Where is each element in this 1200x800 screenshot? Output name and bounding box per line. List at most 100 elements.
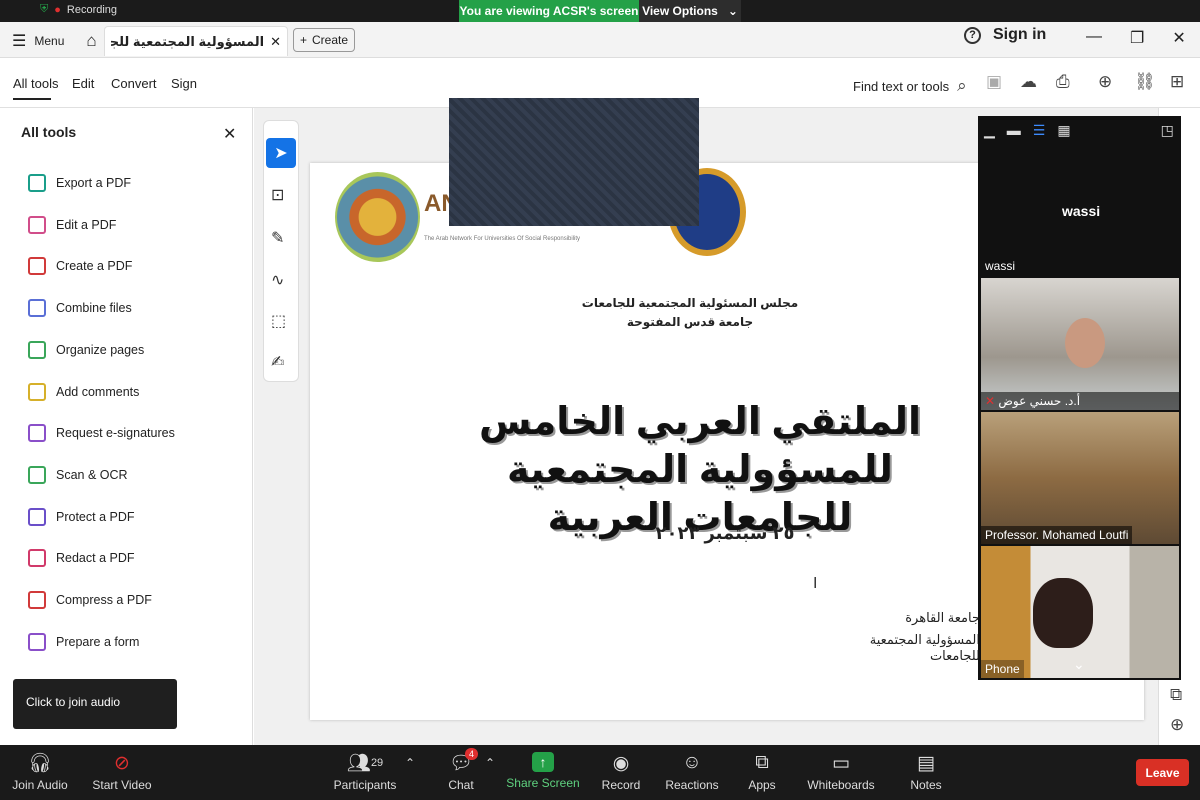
save-icon[interactable]: ▣ bbox=[986, 72, 1002, 92]
gallery-view-icon[interactable]: ▦ bbox=[1057, 122, 1070, 139]
smiley-icon: ☺ bbox=[682, 752, 702, 773]
title-line-1: الملتقي العربي الخامس للمسؤولية المجتمعي… bbox=[479, 401, 921, 491]
minimize-icon[interactable]: — bbox=[1086, 28, 1102, 48]
notes-icon: ▤ bbox=[917, 752, 935, 774]
popout-icon[interactable]: ◳ bbox=[1161, 122, 1174, 139]
notes-button[interactable]: ▤ Notes bbox=[886, 752, 966, 793]
tool-icon bbox=[28, 174, 46, 192]
sign-stamp-icon[interactable]: ✍ bbox=[271, 352, 284, 372]
document-tab[interactable]: المسؤولية المجتمعية للجامعات... ✕ bbox=[104, 26, 288, 56]
tool-label: Compress a PDF bbox=[56, 593, 152, 607]
nav-convert[interactable]: Convert bbox=[111, 76, 157, 91]
participants-icon: 👥︎ 29 bbox=[346, 753, 384, 774]
tool-item[interactable]: Create a PDF bbox=[28, 252, 132, 280]
whiteboards-button[interactable]: ▭ Whiteboards bbox=[801, 752, 881, 793]
tool-label: Combine files bbox=[56, 301, 132, 316]
text-select-icon[interactable]: ⬚ bbox=[271, 311, 286, 331]
redacted-overlay bbox=[449, 98, 699, 226]
close-panel-icon[interactable]: ✕ bbox=[223, 124, 236, 144]
participants-button[interactable]: 👥︎ 29 Participants bbox=[325, 752, 405, 792]
home-icon[interactable]: ⌂ bbox=[86, 31, 96, 51]
tool-item[interactable]: Protect a PDF bbox=[28, 503, 135, 531]
tool-item[interactable]: Request e-signatures bbox=[28, 419, 175, 447]
record-button[interactable]: ◉ Record bbox=[581, 752, 661, 793]
join-audio-tooltip: Click to join audio bbox=[13, 679, 177, 729]
add-comment-icon[interactable]: ⊡ bbox=[271, 185, 284, 205]
tool-item[interactable]: Add comments bbox=[28, 378, 139, 406]
highlight-pen-icon[interactable]: ✎ bbox=[271, 228, 284, 248]
recording-indicator: ⛨ ● Recording bbox=[40, 3, 117, 16]
video-layout-controls: ▁ ▬ ☰ ▦ ◳ bbox=[984, 122, 1174, 139]
chat-badge: 4 bbox=[465, 748, 479, 760]
notes-label: Notes bbox=[910, 778, 942, 792]
reactions-button[interactable]: ☺ Reactions bbox=[652, 752, 732, 792]
select-cursor-icon[interactable]: ➤ bbox=[266, 138, 296, 168]
upload-cloud-icon[interactable]: ☁ bbox=[1020, 72, 1037, 92]
link-icon[interactable]: ⛓ bbox=[1134, 72, 1156, 92]
tool-item[interactable]: Redact a PDF bbox=[28, 544, 135, 572]
tool-item[interactable]: Combine files bbox=[28, 294, 132, 322]
speaker-view-icon[interactable]: ▬ bbox=[1007, 122, 1021, 139]
tool-icon bbox=[28, 424, 46, 443]
ai-assistant-icon[interactable]: ⊕ bbox=[1098, 72, 1112, 92]
participants-chevron-icon[interactable]: ⌃ bbox=[405, 756, 415, 770]
zoom-in-icon[interactable]: ⊕ bbox=[1170, 715, 1184, 735]
maximize-icon[interactable]: ❐ bbox=[1130, 28, 1144, 48]
whiteboards-label: Whiteboards bbox=[807, 778, 875, 792]
nav-all-tools[interactable]: All tools bbox=[13, 76, 59, 91]
signin-area[interactable]: ? Sign in bbox=[964, 26, 1046, 44]
page-thumbnail-icon[interactable]: ⧉ bbox=[1170, 685, 1182, 705]
tool-label: Organize pages bbox=[56, 342, 145, 357]
record-dot-icon: ● bbox=[54, 3, 61, 16]
start-video-button[interactable]: ⊘ Start Video bbox=[82, 752, 162, 793]
tool-icon bbox=[28, 632, 46, 651]
minimize-panel-icon[interactable]: ▁ bbox=[984, 122, 995, 139]
menu-label: Menu bbox=[34, 34, 65, 48]
reactions-label: Reactions bbox=[665, 778, 719, 792]
signin-button[interactable]: Sign in bbox=[993, 26, 1046, 44]
video-tile[interactable] bbox=[981, 412, 1179, 544]
chat-label: Chat bbox=[448, 778, 474, 792]
participant-name: Professor. Mohamed Loutfi bbox=[981, 526, 1133, 544]
apps-button[interactable]: ⧉ Apps bbox=[722, 752, 802, 792]
nav-active-underline bbox=[13, 98, 51, 100]
muted-mic-icon: ✕ bbox=[985, 394, 996, 408]
chevron-down-icon[interactable]: ⌄ bbox=[1073, 656, 1085, 673]
tool-label: Create a PDF bbox=[56, 259, 133, 274]
council-name: مجلس المسئولية المجتمعية للجامعات bbox=[581, 296, 799, 310]
tool-item[interactable]: Prepare a form bbox=[28, 628, 139, 656]
print-icon[interactable]: ⎙ bbox=[1056, 72, 1070, 92]
strip-view-icon[interactable]: ☰ bbox=[1033, 122, 1046, 139]
tool-icon bbox=[28, 507, 46, 526]
tool-icon bbox=[28, 465, 46, 484]
plus-icon: + bbox=[299, 33, 307, 47]
tab-title: المسؤولية المجتمعية للجامعات... bbox=[111, 33, 265, 49]
close-window-icon[interactable]: ✕ bbox=[1172, 28, 1185, 48]
view-options-button[interactable]: View Options ⌄ bbox=[639, 0, 741, 22]
tool-icon bbox=[28, 382, 46, 401]
nav-edit[interactable]: Edit bbox=[72, 76, 94, 91]
tool-item[interactable]: Compress a PDF bbox=[28, 586, 152, 614]
university-name: جامعة قدس المفتوحة bbox=[626, 315, 754, 329]
tool-item[interactable]: Organize pages bbox=[28, 336, 144, 364]
help-icon[interactable]: ? bbox=[964, 26, 981, 44]
tool-item[interactable]: Edit a PDF bbox=[28, 211, 116, 239]
window-controls: — ❐ ✕ bbox=[1086, 28, 1186, 48]
tool-item[interactable]: Scan & OCR bbox=[28, 461, 128, 489]
find-tools[interactable]: Find text or tools ⌕ bbox=[853, 76, 967, 96]
chat-chevron-icon[interactable]: ⌃ bbox=[485, 756, 495, 770]
close-icon[interactable]: ✕ bbox=[270, 34, 281, 50]
share-screen-button[interactable]: ↑ Share Screen bbox=[503, 752, 583, 790]
leave-button[interactable]: Leave bbox=[1136, 759, 1189, 786]
draw-freehand-icon[interactable]: ∿ bbox=[271, 270, 284, 290]
create-button[interactable]: + Create bbox=[293, 28, 355, 52]
join-audio-button[interactable]: 🎧︎ Join Audio bbox=[0, 752, 80, 792]
tool-icon bbox=[28, 549, 46, 568]
tool-label: Export a PDF bbox=[56, 176, 132, 190]
tool-icon bbox=[28, 299, 46, 318]
nav-sign[interactable]: Sign bbox=[171, 76, 197, 91]
join-audio-label: Join Audio bbox=[12, 778, 68, 792]
share-icon[interactable]: ⊞ bbox=[1170, 72, 1184, 92]
tool-item[interactable]: Export a PDF bbox=[28, 169, 131, 197]
tool-icon bbox=[28, 215, 46, 234]
